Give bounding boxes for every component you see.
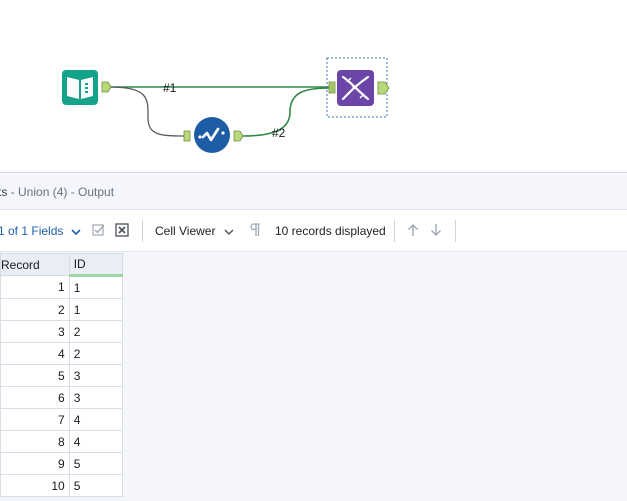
record-number-cell[interactable]: 10	[0, 474, 70, 497]
table-row[interactable]: 95	[0, 452, 123, 475]
results-grid[interactable]: Record ID 1 1 2 1 3 2 4 2 5 3 6 3 7 4 8 4 9 5 10 5	[0, 253, 123, 497]
results-window: ts - Union (4) - Output 1 of 1 Fields Ce…	[0, 172, 627, 501]
record-number-cell[interactable]: 3	[0, 320, 70, 343]
record-number-cell[interactable]: 4	[0, 342, 70, 365]
unique-tool-input-anchor[interactable]	[183, 130, 191, 142]
id-cell[interactable]: 2	[68, 320, 123, 343]
record-number-cell[interactable]: 8	[0, 430, 70, 453]
toolbar-separator	[455, 220, 456, 242]
cell-viewer-dropdown[interactable]: Cell Viewer	[155, 224, 234, 238]
id-cell[interactable]: 2	[68, 342, 123, 365]
results-title-bar: ts - Union (4) - Output	[0, 173, 627, 210]
id-cell[interactable]: 5	[68, 474, 123, 497]
id-cell[interactable]: 3	[68, 364, 123, 387]
arrow-down-icon[interactable]	[428, 222, 444, 238]
results-title: ts - Union (4) - Output	[0, 185, 114, 199]
workflow-diagram	[62, 57, 390, 153]
id-cell[interactable]: 3	[68, 386, 123, 409]
record-number-cell[interactable]: 6	[0, 386, 70, 409]
connection-wire-3[interactable]	[241, 87, 331, 137]
unique-tool[interactable]	[194, 117, 230, 153]
fields-label: 1 of 1 Fields	[0, 224, 64, 238]
results-grid-body: 1 1 2 1 3 2 4 2 5 3 6 3 7 4 8 4 9 5 10 5	[0, 275, 123, 497]
id-cell[interactable]: 1	[68, 275, 123, 299]
table-row[interactable]: 42	[0, 342, 123, 365]
table-row[interactable]: 63	[0, 386, 123, 409]
checkbox-edit-icon[interactable]	[91, 222, 107, 238]
pilcrow-icon[interactable]	[246, 222, 262, 238]
toolbar-separator	[394, 220, 395, 242]
toolbar-separator	[142, 220, 143, 242]
id-cell[interactable]: 4	[68, 430, 123, 453]
table-row[interactable]: 53	[0, 364, 123, 387]
record-number-cell[interactable]: 9	[0, 452, 70, 475]
connection-label-1: #1	[163, 81, 177, 95]
record-number-cell[interactable]: 1	[0, 275, 70, 299]
column-header-id[interactable]: ID	[68, 253, 123, 277]
union-tool-input-anchor[interactable]	[328, 81, 336, 94]
results-toolbar: 1 of 1 Fields Cell Viewer 10 records dis…	[0, 210, 627, 252]
record-number-cell[interactable]: 2	[0, 298, 70, 321]
chevron-down-icon	[71, 229, 81, 235]
table-row[interactable]: 10 5	[0, 474, 123, 497]
connection-label-2: #2	[272, 126, 286, 140]
fields-dropdown[interactable]: 1 of 1 Fields	[0, 224, 81, 238]
results-title-source: - Union (4) - Output	[7, 185, 115, 199]
records-count: 10 records displayed	[275, 224, 386, 238]
deselect-box-icon[interactable]	[114, 222, 130, 238]
cell-viewer-label: Cell Viewer	[155, 224, 216, 238]
id-cell[interactable]: 5	[68, 452, 123, 475]
table-row[interactable]: 32	[0, 320, 123, 343]
table-row[interactable]: 21	[0, 298, 123, 321]
workflow-canvas[interactable]: #1 #2	[0, 0, 627, 172]
union-tool[interactable]	[337, 70, 374, 106]
input-tool[interactable]	[62, 70, 98, 105]
table-row[interactable]: 74	[0, 408, 123, 431]
table-row[interactable]: 84	[0, 430, 123, 453]
input-tool-output-anchor[interactable]	[101, 81, 112, 93]
column-header-record[interactable]: Record	[0, 253, 70, 276]
chevron-down-icon	[224, 229, 234, 235]
record-number-cell[interactable]: 5	[0, 364, 70, 387]
arrow-up-icon[interactable]	[405, 222, 421, 238]
id-cell[interactable]: 4	[68, 408, 123, 431]
id-cell[interactable]: 1	[68, 298, 123, 321]
record-number-cell[interactable]: 7	[0, 408, 70, 431]
table-row[interactable]: 11	[0, 275, 123, 299]
unique-tool-output-anchor[interactable]	[233, 130, 244, 142]
